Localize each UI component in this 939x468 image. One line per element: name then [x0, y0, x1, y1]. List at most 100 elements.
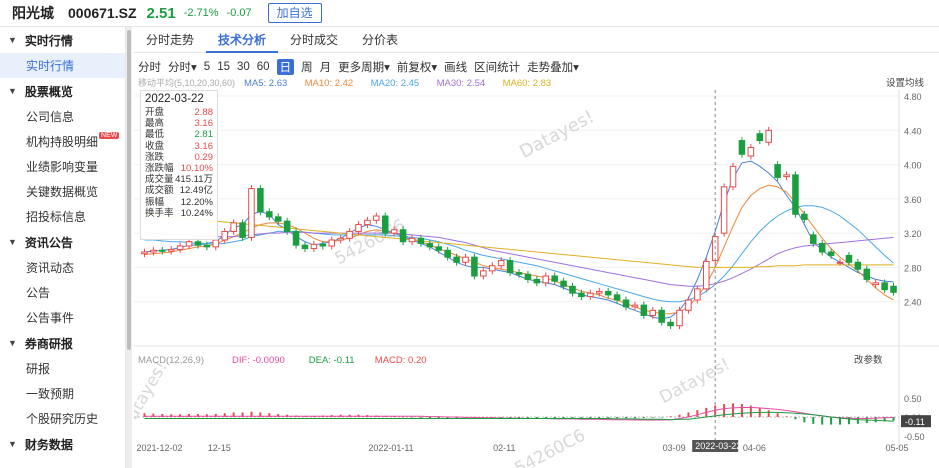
sidebar-item-label: 实时行情	[26, 59, 75, 73]
period-option[interactable]: 15	[217, 61, 230, 73]
macd-bar	[696, 410, 699, 417]
chart-tab[interactable]: 技术分析	[206, 27, 279, 53]
price-tick-label: 2.80	[904, 263, 922, 273]
period-option[interactable]: 30	[237, 61, 250, 73]
sidebar-item-label: 业绩影响变量	[26, 160, 99, 174]
sidebar-item[interactable]: 个股研究历史	[0, 406, 125, 431]
sidebar-item-label: 招投标信息	[26, 210, 87, 224]
watermark-text: Datayes!	[656, 354, 733, 408]
tooltip-value: 10.24%	[180, 207, 213, 219]
tooltip-value: 2.88	[194, 107, 214, 118]
period-option[interactable]: 分时	[138, 59, 161, 75]
candle-body	[221, 230, 228, 241]
period-option[interactable]: 画线	[444, 59, 467, 75]
sidebar-item[interactable]: 关键数据概览	[0, 179, 125, 204]
sidebar-item[interactable]: 资讯动态	[0, 255, 125, 280]
candle-body	[881, 282, 888, 291]
candle-body	[836, 261, 844, 264]
candle-body	[792, 174, 799, 215]
chart-tab[interactable]: 分时走势	[134, 27, 206, 53]
candle-body	[667, 321, 674, 327]
sidebar-section[interactable]: ▼ 股票概览	[0, 78, 125, 104]
candle-body	[774, 164, 781, 178]
sidebar-item[interactable]: 研报	[0, 356, 125, 381]
candle-body	[551, 275, 558, 282]
ma-legend-item: MA10: 2.42	[305, 78, 354, 89]
stock-change-pct: -2.71%	[183, 7, 219, 19]
sidebar-item[interactable]: 机构持股明细 NEW	[0, 129, 125, 154]
macd-bar	[767, 410, 770, 417]
candle-body	[230, 222, 237, 232]
macd-bar	[678, 414, 681, 417]
sidebar-item[interactable]: 公告事件	[0, 305, 125, 330]
candle-body	[569, 285, 576, 294]
tooltip-value: 3.16	[194, 140, 214, 152]
macd-legend-item: DEA: -0.11	[309, 355, 355, 366]
watermark-text: Datayes!	[516, 106, 598, 163]
candle-body	[364, 219, 371, 226]
sidebar-item[interactable]: 招投标信息	[0, 204, 125, 229]
sidebar-section-title: 实时行情	[24, 33, 73, 48]
stock-name: 阳光城	[12, 5, 54, 21]
new-badge: NEW	[99, 132, 120, 139]
price-tick-label: 3.20	[904, 229, 922, 239]
candle-body	[729, 165, 737, 188]
sidebar-item-label: 公告事件	[26, 311, 75, 325]
period-option[interactable]: 走势叠加▾	[527, 59, 579, 75]
candle-body	[801, 213, 808, 220]
period-option[interactable]: 日	[276, 59, 295, 75]
chart-tab[interactable]: 分时成交	[278, 27, 350, 53]
x-tick-label: 02-11	[493, 443, 515, 453]
tooltip-key: 收盘	[145, 140, 165, 152]
macd-bar	[803, 417, 806, 423]
sidebar-section-title: 股票概览	[24, 84, 73, 99]
sidebar-section[interactable]: ▼ 财务数据	[0, 431, 125, 457]
sidebar-item-label: 研报	[26, 362, 51, 376]
candle-body	[408, 237, 416, 243]
period-option[interactable]: 前复权▾	[397, 59, 437, 75]
candle-body	[818, 242, 826, 253]
candle-body	[337, 237, 344, 241]
sidebar-scrollbar-thumb[interactable]	[127, 30, 131, 350]
caret-down-icon: ▼	[8, 35, 17, 45]
tooltip-value: 10.10%	[180, 162, 213, 174]
chart-tab[interactable]: 分价表	[350, 27, 410, 53]
sidebar-item[interactable]: 实时行情	[0, 53, 125, 78]
candle-body	[488, 265, 496, 272]
sidebar-item-label: 一致预期	[26, 387, 75, 401]
sidebar-item[interactable]: 业绩影响变量	[0, 154, 125, 179]
candle-body	[176, 245, 184, 250]
sidebar-section[interactable]: ▼ 券商研报	[0, 330, 125, 356]
tooltip-value: 0.29	[194, 151, 214, 163]
watermark-id: 54260C6	[512, 425, 589, 468]
sidebar-section[interactable]: ▼ 实时行情	[0, 27, 125, 53]
candle-body	[248, 188, 255, 238]
macd-bar	[410, 417, 413, 418]
x-tick-label: 12-15	[208, 443, 231, 453]
ma-line	[144, 160, 894, 320]
period-option[interactable]: 月	[320, 59, 332, 75]
period-option[interactable]: 周	[301, 59, 313, 75]
sidebar-item[interactable]: 公告	[0, 280, 125, 305]
period-option[interactable]: 更多周期▾	[338, 59, 390, 75]
period-option[interactable]: 5	[204, 61, 210, 73]
sidebar-item[interactable]: 公司信息	[0, 104, 125, 129]
candle-body	[328, 239, 335, 247]
macd-bar	[821, 417, 824, 425]
candle-body	[453, 256, 460, 263]
period-option[interactable]: 区间统计	[474, 59, 520, 75]
x-tick-label: 2021-12-02	[136, 443, 182, 453]
sidebar-section[interactable]: ▼ 资讯公告	[0, 229, 125, 255]
ma-legend-item: MA5: 2.63	[244, 78, 287, 89]
period-option[interactable]: 60	[257, 61, 270, 73]
period-option[interactable]: 分时▾	[168, 59, 197, 75]
macd-bar	[740, 404, 743, 417]
tooltip-key: 最低	[145, 129, 165, 141]
candle-body	[346, 230, 353, 239]
sidebar-item-label: 关键数据概览	[26, 185, 99, 199]
add-watchlist-button[interactable]: 加自选	[267, 3, 322, 23]
tooltip-row: 换手率 10.24%	[145, 208, 213, 219]
kline-chart[interactable]: 4.804.404.003.603.202.802.400.500.00-0.5…	[134, 76, 939, 468]
sidebar-item[interactable]: 一致预期	[0, 381, 125, 406]
tooltip-row: 最低 2.81	[145, 129, 213, 140]
